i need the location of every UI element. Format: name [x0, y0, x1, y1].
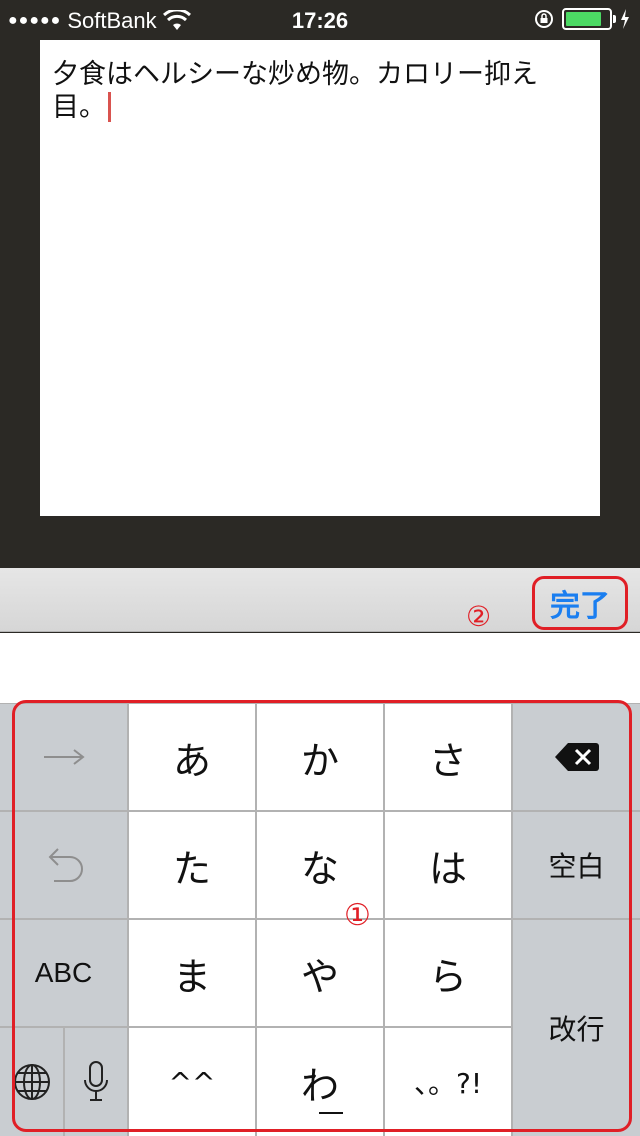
memo-text-area[interactable]: 夕食はヘルシーな炒め物。カロリー抑え目。: [40, 40, 600, 516]
key-ra-label: ら: [428, 954, 467, 999]
undo-key[interactable]: [0, 812, 127, 918]
annotation-2: ②: [466, 600, 492, 633]
memo-text-content: 夕食はヘルシーな炒め物。カロリー抑え目。: [52, 58, 588, 124]
key-ma[interactable]: ま: [129, 920, 255, 1026]
battery-icon: [562, 8, 616, 30]
key-ya[interactable]: や: [257, 920, 383, 1026]
status-bar: ●●●●● SoftBank 17:26: [0, 0, 640, 40]
annotation-1: ①: [344, 898, 371, 933]
backspace-icon: [554, 743, 599, 771]
space-key[interactable]: 空白: [513, 812, 640, 918]
key-ya-label: や: [300, 954, 339, 999]
abc-key[interactable]: ABC: [0, 920, 127, 1026]
key-ta[interactable]: た: [129, 812, 255, 918]
key-a[interactable]: あ: [129, 704, 255, 810]
japanese-keyboard: ABC あ か さ た な は ま や ら ^^ わ 、。?! 空白 改行: [0, 703, 640, 1136]
key-ra[interactable]: ら: [385, 920, 511, 1026]
key-ta-label: た: [172, 846, 211, 891]
key-wa-label: わ: [300, 1063, 339, 1108]
memo-text: 夕食はヘルシーな炒め物。カロリー抑え目。: [52, 59, 538, 123]
globe-icon: [13, 1064, 50, 1100]
key-ma-label: ま: [172, 954, 211, 999]
key-ha[interactable]: は: [385, 812, 511, 918]
cursor-right-key[interactable]: [0, 704, 127, 810]
globe-key[interactable]: [0, 1028, 63, 1136]
keyboard-toolbar: 完了: [0, 568, 640, 632]
candidate-bar: [0, 633, 640, 703]
space-key-label: 空白: [548, 850, 605, 883]
text-caret: [108, 92, 111, 122]
key-kaomoji-label: ^^: [168, 1065, 216, 1099]
arrow-right-icon: [43, 749, 85, 765]
key-ka-label: か: [300, 738, 339, 783]
status-right: [534, 8, 630, 30]
return-key-label: 改行: [548, 1013, 605, 1046]
key-a-label: あ: [172, 738, 211, 783]
rotation-lock-icon: [535, 10, 553, 28]
key-ha-label: は: [428, 846, 467, 891]
battery-fill: [566, 12, 602, 26]
key-wa[interactable]: わ: [257, 1028, 383, 1136]
key-kaomoji[interactable]: ^^: [129, 1028, 255, 1136]
key-punctuation[interactable]: 、。?!: [385, 1028, 511, 1136]
done-button[interactable]: 完了: [532, 576, 628, 630]
microphone-icon: [84, 1061, 108, 1101]
undo-icon: [48, 848, 83, 882]
key-wa-underline: [319, 1112, 343, 1114]
abc-key-label: ABC: [34, 957, 93, 988]
delete-key[interactable]: [513, 704, 640, 810]
key-sa[interactable]: さ: [385, 704, 511, 810]
key-na-label: な: [300, 846, 339, 891]
key-punctuation-label: 、。?!: [413, 1067, 483, 1100]
key-sa-label: さ: [428, 738, 467, 783]
return-key[interactable]: 改行: [513, 920, 640, 1136]
microphone-key[interactable]: [65, 1028, 127, 1136]
charging-icon: [621, 9, 629, 29]
key-ka[interactable]: か: [257, 704, 383, 810]
